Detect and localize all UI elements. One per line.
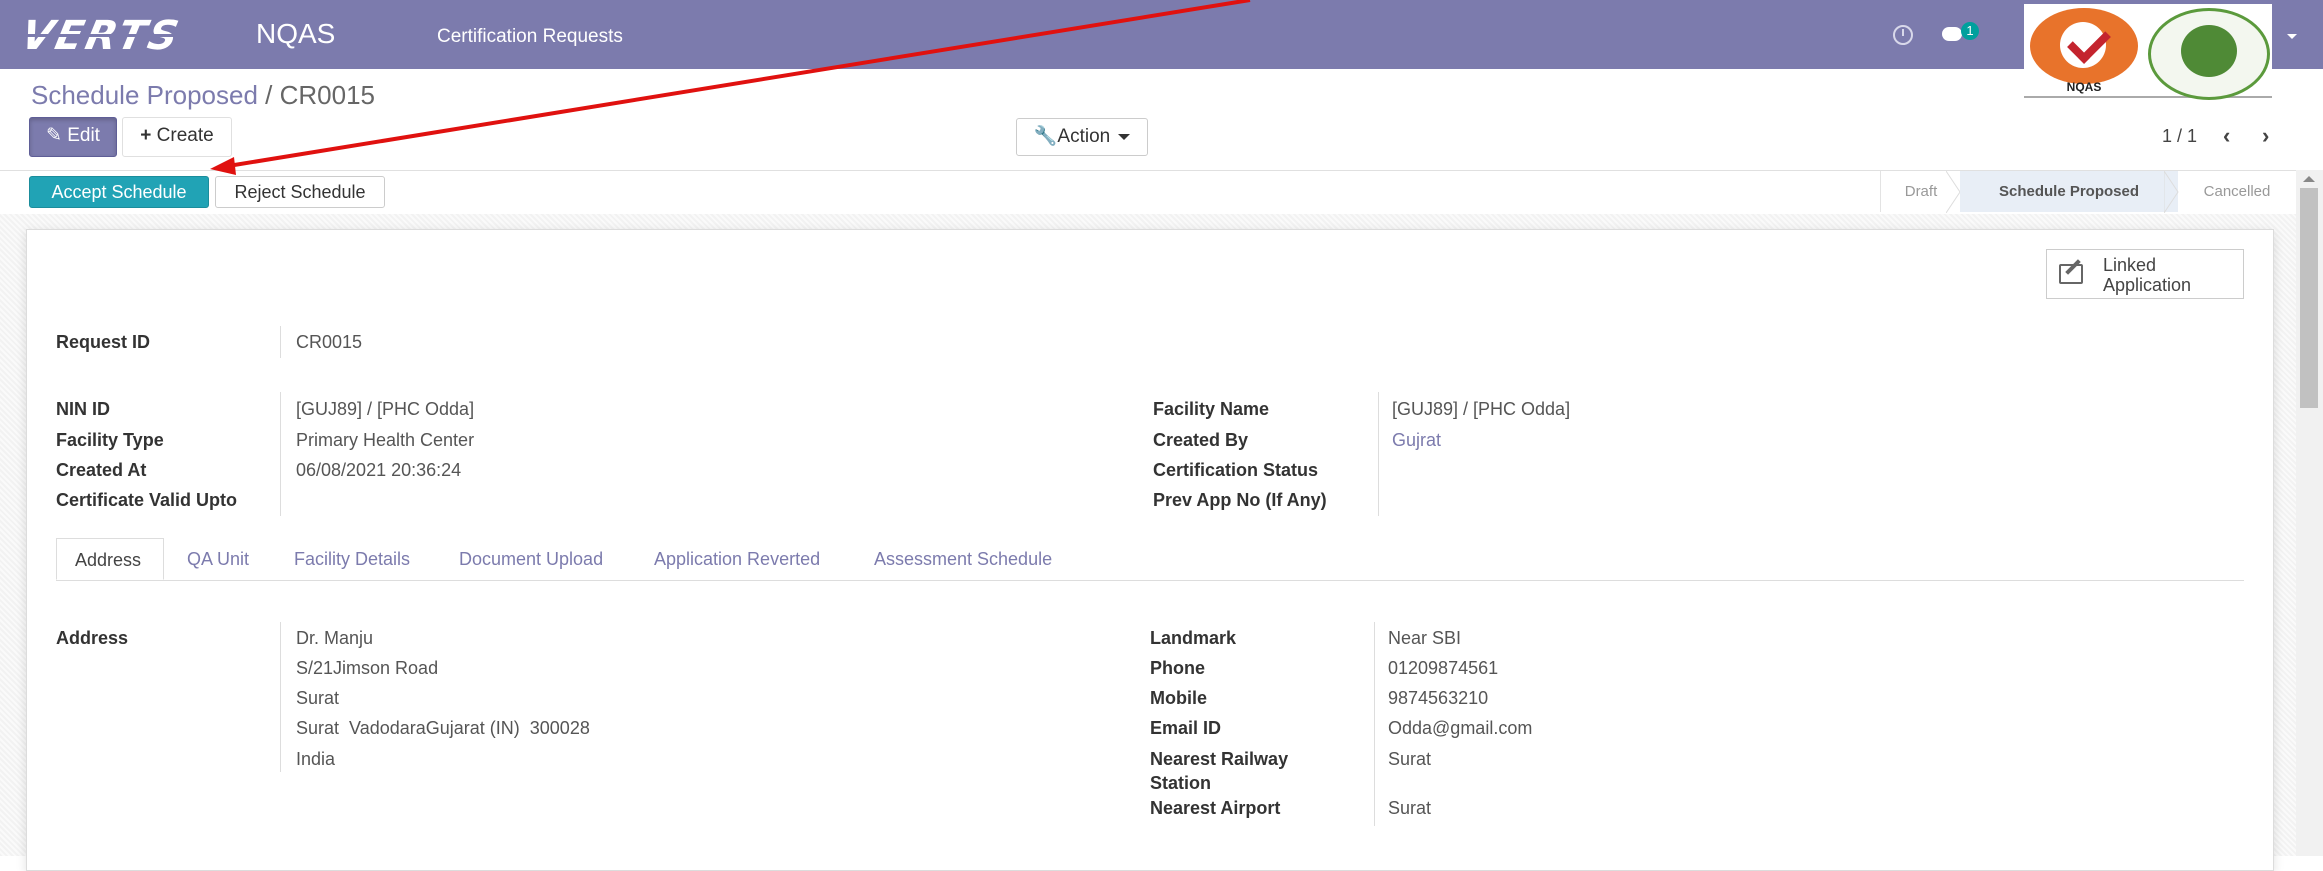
prev-app-label: Prev App No (If Any): [1153, 490, 1327, 510]
reject-schedule-button[interactable]: Reject Schedule: [215, 176, 385, 208]
tab-facility-details[interactable]: Facility Details: [294, 538, 410, 580]
tab-qa-unit[interactable]: QA Unit: [187, 538, 249, 580]
chat-badge: 1: [1961, 22, 1979, 40]
linked-line2: Application: [2103, 275, 2192, 295]
logo-caption: NQAS: [2066, 80, 2102, 94]
airport-value: Surat: [1388, 798, 1432, 818]
accept-schedule-button[interactable]: Accept Schedule: [29, 176, 209, 208]
nin-id-value: [GUJ89] / [PHC Odda]: [296, 399, 475, 419]
nin-id-label: NIN ID: [56, 399, 110, 419]
breadcrumb-current: CR0015: [279, 80, 376, 110]
pager-previous-icon[interactable]: ‹: [2223, 124, 2230, 148]
verts-logo[interactable]: VERTS: [17, 13, 223, 59]
request-id-label: Request ID: [56, 332, 151, 352]
breadcrumb: Schedule Proposed / CR0015: [31, 80, 375, 110]
railway-label-line2: Station: [1150, 773, 1211, 793]
scroll-up-arrow-icon[interactable]: [2303, 176, 2315, 182]
tab-document-upload[interactable]: Document Upload: [459, 538, 603, 580]
landmark-value: Near SBI: [1388, 628, 1462, 648]
mobile-value: 9874563210: [1388, 688, 1489, 708]
app-name[interactable]: NQAS: [256, 16, 335, 52]
railway-value: Surat: [1388, 749, 1432, 769]
created-by-link[interactable]: Gujrat: [1392, 429, 1441, 451]
address-line5: India: [296, 749, 336, 769]
kayakalp-logo-icon: [2148, 8, 2270, 100]
caret-down-icon: [1118, 133, 1131, 140]
stage-schedule-proposed[interactable]: Schedule Proposed: [1960, 171, 2178, 212]
address-line1: Dr. Manju: [296, 628, 374, 648]
action-dropdown-button[interactable]: 🔧Action: [1016, 118, 1148, 156]
user-menu-caret-icon[interactable]: [2287, 34, 2297, 39]
created-by-label: Created By: [1153, 430, 1249, 450]
facility-type-value: Primary Health Center: [296, 430, 475, 450]
airport-label: Nearest Airport: [1150, 798, 1281, 818]
phone-label: Phone: [1150, 658, 1206, 678]
landmark-label: Landmark: [1150, 628, 1237, 648]
nqas-logo-icon: [2030, 8, 2138, 84]
create-button[interactable]: + Create: [122, 117, 232, 157]
facility-name-value: [GUJ89] / [PHC Odda]: [1392, 399, 1571, 419]
facility-type-label: Facility Type: [56, 430, 164, 450]
address-line2: S/21Jimson Road: [296, 658, 439, 678]
top-navbar: VERTS NQAS Certification Requests 1: [0, 0, 2323, 69]
linked-line1: Linked: [2103, 255, 2157, 275]
create-label: Create: [156, 125, 214, 146]
linked-application-button[interactable]: Linked Application: [2046, 249, 2244, 299]
tab-address[interactable]: Address: [56, 538, 164, 580]
breadcrumb-parent[interactable]: Schedule Proposed: [31, 80, 258, 110]
chat-icon[interactable]: [1942, 27, 1962, 41]
facility-name-label: Facility Name: [1153, 399, 1270, 419]
email-label: Email ID: [1150, 718, 1222, 738]
email-value: Odda@gmail.com: [1388, 718, 1533, 738]
certification-status-label: Certification Status: [1153, 460, 1319, 480]
activity-clock-icon[interactable]: [1893, 25, 1913, 45]
stage-cancelled[interactable]: Cancelled: [2178, 171, 2296, 212]
address-label: Address: [56, 628, 129, 648]
edit-square-icon: [2059, 264, 2083, 284]
breadcrumb-separator: /: [257, 80, 280, 110]
address-line4: Surat VadodaraGujarat (IN) 300028: [296, 718, 590, 738]
edit-label: Edit: [67, 125, 100, 146]
notebook-tabs: Address QA Unit Facility Details Documen…: [56, 538, 2244, 581]
mobile-label: Mobile: [1150, 688, 1207, 708]
tab-assessment-schedule[interactable]: Assessment Schedule: [874, 538, 1052, 580]
railway-label-line1: Nearest Railway: [1150, 749, 1289, 769]
phone-value: 01209874561: [1388, 658, 1499, 678]
action-label: Action: [1057, 126, 1111, 147]
tab-application-reverted[interactable]: Application Reverted: [654, 538, 820, 580]
created-at-label: Created At: [56, 460, 147, 480]
nqas-logo-banner: NQAS: [2024, 4, 2272, 100]
certificate-valid-label: Certificate Valid Upto: [56, 490, 238, 510]
pager-next-icon[interactable]: ›: [2262, 124, 2269, 148]
address-line3: Surat: [296, 688, 340, 708]
request-id-value: CR0015: [296, 332, 363, 352]
pager-value[interactable]: 1 / 1: [2162, 124, 2197, 148]
created-at-value: 06/08/2021 20:36:24: [296, 460, 462, 480]
wrench-icon: 🔧: [1033, 126, 1058, 147]
menu-certification-requests[interactable]: Certification Requests: [437, 24, 623, 50]
scrollbar-thumb[interactable]: [2300, 188, 2318, 408]
edit-button[interactable]: ✎ Edit: [29, 117, 117, 157]
